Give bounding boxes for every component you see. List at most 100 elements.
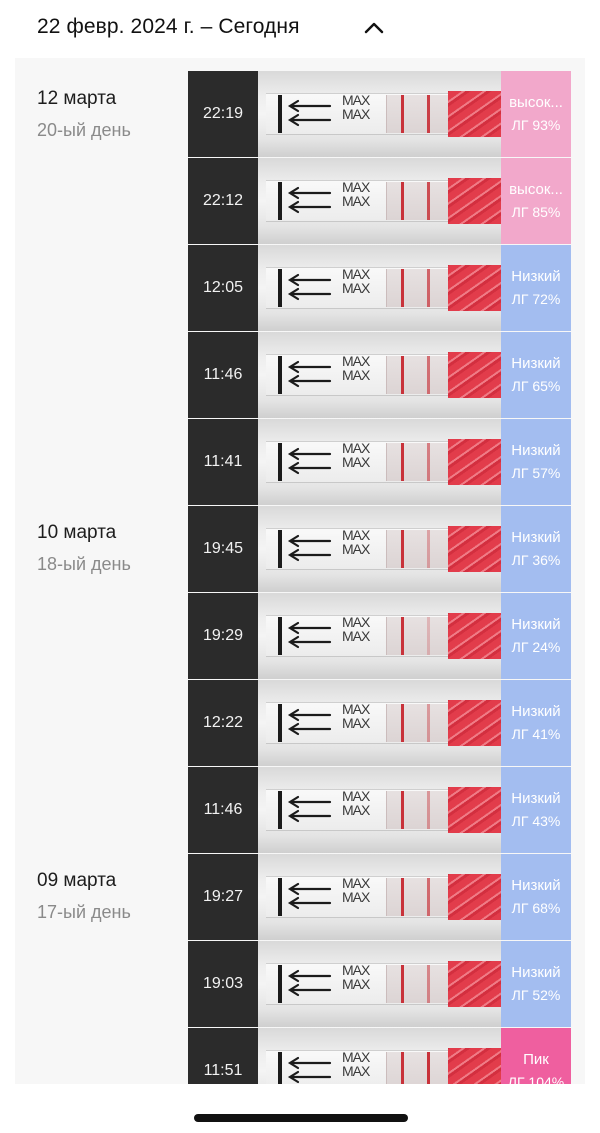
lh-percent: ЛГ 43% — [511, 813, 561, 829]
strip-absorbent-pad — [448, 613, 501, 659]
strip-handle-mark — [278, 617, 282, 655]
lh-percent: ЛГ 93% — [511, 117, 561, 133]
strip-absorbent-pad — [448, 787, 501, 833]
strip-max-label: MAX MAX — [342, 440, 370, 470]
cycle-day: 18-ый день — [37, 554, 131, 574]
control-line — [401, 791, 404, 829]
test-time: 22:12 — [188, 158, 258, 244]
bottom-safe-area — [0, 1084, 600, 1133]
day-date: 10 марта — [37, 522, 117, 543]
chevron-up-icon[interactable] — [363, 20, 385, 36]
test-result-row[interactable]: 11:46 MAX MAX Низкий ЛГ — [188, 767, 571, 853]
test-time: 11:46 — [188, 767, 258, 853]
strip-handle-mark — [278, 182, 282, 220]
test-strip-photo: MAX MAX — [258, 158, 501, 244]
arrows-icon — [287, 795, 332, 823]
strip-max-label: MAX MAX — [342, 875, 370, 905]
test-time: 12:05 — [188, 245, 258, 331]
result-badge: Низкий ЛГ 57% — [501, 419, 571, 505]
test-strip-photo: MAX MAX — [258, 71, 501, 157]
result-level: Низкий — [511, 703, 561, 720]
cycle-day: 20-ый день — [37, 120, 131, 140]
result-badge: Низкий ЛГ 36% — [501, 506, 571, 592]
result-level: Низкий — [511, 790, 561, 807]
test-strip-photo: MAX MAX — [258, 941, 501, 1027]
result-badge: Низкий ЛГ 68% — [501, 854, 571, 940]
arrows-icon — [287, 273, 332, 301]
test-strip-photo: MAX MAX — [258, 854, 501, 940]
arrows-icon — [287, 360, 332, 388]
strip-max-label: MAX MAX — [342, 1049, 370, 1079]
result-badge: высок... ЛГ 93% — [501, 71, 571, 157]
test-result-row[interactable]: 19:03 MAX MAX Низкий ЛГ 52% — [188, 941, 571, 1027]
result-level: Низкий — [511, 877, 561, 894]
result-level: Низкий — [511, 616, 561, 633]
result-level: Пик — [523, 1051, 549, 1068]
date-range-title: 22 февр. 2024 г. – Сегодня — [37, 15, 300, 38]
result-badge: Низкий ЛГ 43% — [501, 767, 571, 853]
test-result-row[interactable]: 19:29 MAX MAX Низкий ЛГ 24% — [188, 593, 571, 679]
test-result-row[interactable]: 22:19 MAX MAX высок... ЛГ 93% — [188, 71, 571, 157]
test-line — [427, 965, 430, 1003]
arrows-icon — [287, 534, 332, 562]
arrows-icon — [287, 1056, 332, 1084]
day-group-12-march: 12 марта 20-ый день — [37, 88, 131, 141]
date-range-header[interactable]: 22 февр. 2024 г. – Сегодня — [0, 0, 600, 58]
lh-percent: ЛГ 68% — [511, 900, 561, 916]
test-result-row[interactable]: 11:41 MAX MAX Низкий ЛГ 57% — [188, 419, 571, 505]
arrows-icon — [287, 708, 332, 736]
test-line — [427, 530, 430, 568]
control-line — [401, 182, 404, 220]
strip-handle-mark — [278, 530, 282, 568]
lh-percent: ЛГ 36% — [511, 552, 561, 568]
lh-percent: ЛГ 65% — [511, 378, 561, 394]
day-date: 09 марта — [37, 870, 117, 891]
result-level: высок... — [509, 94, 563, 111]
test-result-row[interactable]: 19:27 MAX MAX Низкий ЛГ 68% — [188, 854, 571, 940]
lh-percent: ЛГ 24% — [511, 639, 561, 655]
test-result-row[interactable]: 12:05 MAX MAX Низкий ЛГ 72% — [188, 245, 571, 331]
test-strip-photo: MAX MAX — [258, 767, 501, 853]
strip-max-label: MAX MAX — [342, 701, 370, 731]
home-indicator[interactable] — [194, 1114, 408, 1122]
strip-absorbent-pad — [448, 874, 501, 920]
strip-handle-mark — [278, 443, 282, 481]
strip-handle-mark — [278, 95, 282, 133]
strip-max-label: MAX MAX — [342, 266, 370, 296]
control-line — [401, 443, 404, 481]
test-time: 19:27 — [188, 854, 258, 940]
test-result-row[interactable]: 11:46 MAX MAX Низкий ЛГ — [188, 332, 571, 418]
strip-max-label: MAX MAX — [342, 92, 370, 122]
result-level: Низкий — [511, 964, 561, 981]
lh-percent: ЛГ 57% — [511, 465, 561, 481]
control-line — [401, 704, 404, 742]
strip-handle-mark — [278, 356, 282, 394]
strip-absorbent-pad — [448, 352, 501, 398]
test-result-row[interactable]: 12:22 MAX MAX Низкий ЛГ 41% — [188, 680, 571, 766]
test-time: 11:41 — [188, 419, 258, 505]
test-line — [427, 791, 430, 829]
test-result-row[interactable]: 19:45 MAX MAX Низкий ЛГ 36% — [188, 506, 571, 592]
lh-percent: ЛГ 52% — [511, 987, 561, 1003]
lh-percent: ЛГ 41% — [511, 726, 561, 742]
cycle-day: 17-ый день — [37, 902, 131, 922]
strip-handle-mark — [278, 878, 282, 916]
test-time: 22:19 — [188, 71, 258, 157]
result-badge: Низкий ЛГ 41% — [501, 680, 571, 766]
test-strip-photo: MAX MAX — [258, 593, 501, 679]
arrows-icon — [287, 621, 332, 649]
control-line — [401, 878, 404, 916]
test-line — [427, 356, 430, 394]
strip-max-label: MAX MAX — [342, 353, 370, 383]
result-badge: Низкий ЛГ 65% — [501, 332, 571, 418]
strip-absorbent-pad — [448, 265, 501, 311]
test-strip-photo: MAX MAX — [258, 419, 501, 505]
day-group-10-march: 10 марта 18-ый день — [37, 522, 131, 575]
test-line — [427, 269, 430, 307]
control-line — [401, 356, 404, 394]
control-line — [401, 617, 404, 655]
test-result-row[interactable]: 22:12 MAX MAX высок... ЛГ 85% — [188, 158, 571, 244]
strip-absorbent-pad — [448, 178, 501, 224]
test-line — [427, 182, 430, 220]
day-group-09-march: 09 марта 17-ый день — [37, 870, 131, 923]
